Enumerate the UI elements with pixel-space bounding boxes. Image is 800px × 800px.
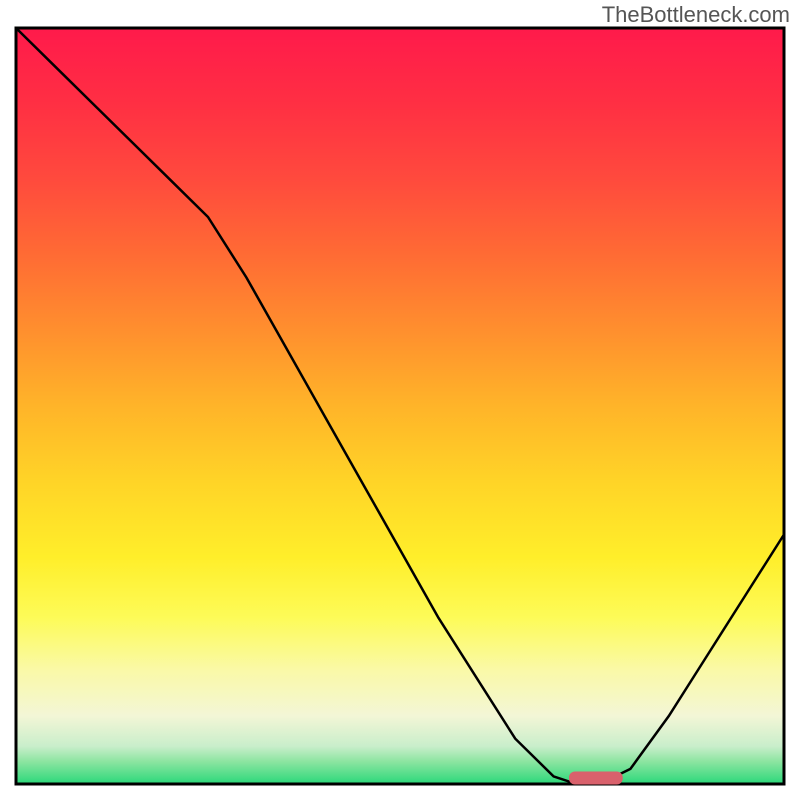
watermark-text: TheBottleneck.com	[602, 2, 790, 28]
chart-container: TheBottleneck.com	[0, 0, 800, 800]
bottleneck-chart	[0, 0, 800, 800]
optimal-marker	[569, 771, 623, 784]
